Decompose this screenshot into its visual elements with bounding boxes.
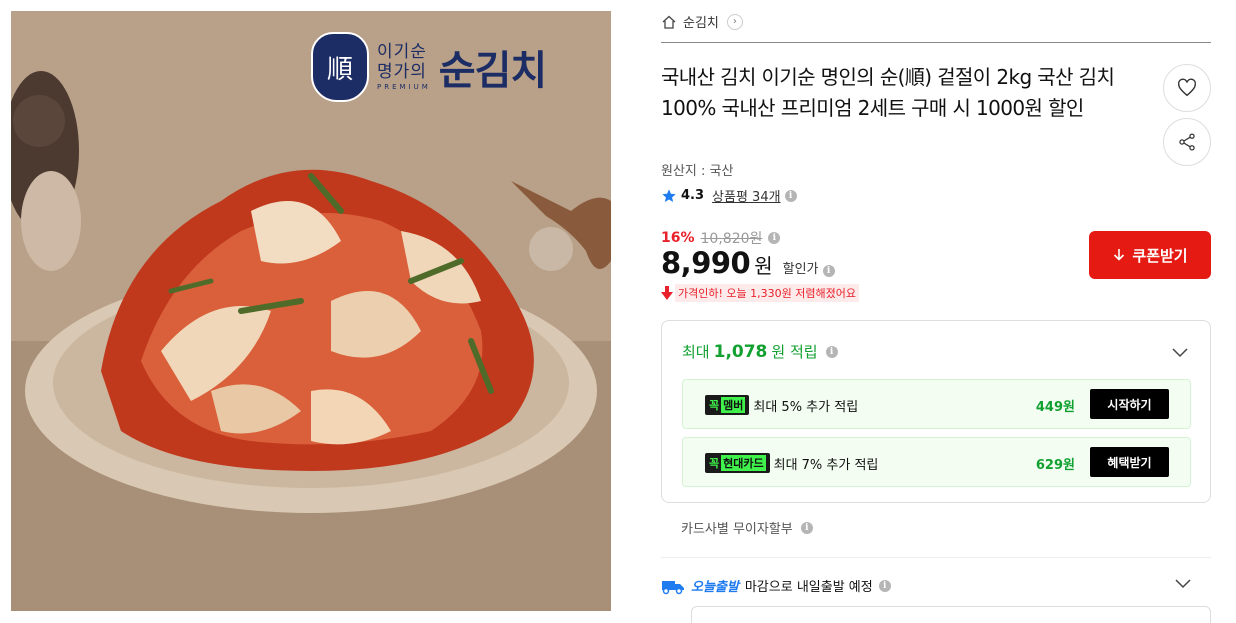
delivery-text: 마감으로 내일출발 예정 [744, 580, 873, 595]
logo-sub-line2: 명가의 [377, 62, 427, 82]
logo-sub-line1: 이기순 [377, 42, 427, 62]
hyundai-badge: 꼭 현대카드 [705, 453, 770, 473]
divider [661, 557, 1211, 558]
badge-mark: 꼭 [709, 457, 720, 470]
sale-label: 할인가 [782, 262, 819, 277]
chevron-down-icon[interactable] [1174, 574, 1192, 592]
heart-icon [1178, 78, 1196, 97]
info-icon[interactable]: i [822, 265, 835, 277]
reward-card-member: 꼭 멤버 최대 5% 추가 적립 449원 시작하기 [682, 379, 1191, 429]
member-badge: 꼭 멤버 [705, 395, 750, 415]
logo-main: 순김치 [438, 48, 547, 94]
price-drop-text: 가격인하! 오늘 1,330원 저렴해졌어요 [675, 284, 859, 302]
truck-icon [662, 580, 684, 594]
product-title: 국내산 김치 이기순 명인의 순(順) 겉절이 2kg 국산 김치 100% 국… [661, 65, 1115, 120]
start-button[interactable]: 시작하기 [1090, 389, 1169, 419]
info-icon[interactable]: i [878, 579, 891, 592]
product-image[interactable]: 順 이기순 명가의 PREMIUM 순김치 [11, 11, 611, 611]
benefit-button[interactable]: 혜택받기 [1090, 447, 1169, 477]
wishlist-button[interactable] [1163, 64, 1211, 112]
reward-suffix: 원 적립 [771, 343, 818, 361]
reward-summary[interactable]: 최대 1,078 원 적립 i [682, 341, 838, 362]
chevron-down-icon[interactable] [1171, 343, 1189, 361]
brand-logo: 順 이기순 명가의 PREMIUM 순김치 [311, 29, 601, 105]
share-button[interactable] [1163, 118, 1211, 166]
reward-prefix: 최대 [682, 343, 710, 361]
badge-mark: 꼭 [709, 399, 720, 412]
reward-card-text: 최대 7% 추가 적립 [773, 457, 879, 473]
chevron-right-icon[interactable]: › [726, 13, 743, 30]
info-icon[interactable]: i [825, 345, 838, 358]
discount-rate: 16% [661, 230, 695, 246]
info-icon[interactable]: i [768, 232, 781, 244]
installment-info[interactable]: 카드사별 무이자할부 i [681, 518, 813, 537]
download-icon [1114, 249, 1125, 261]
badge-label: 멤버 [721, 397, 746, 413]
delivery-detail-box [691, 606, 1211, 623]
reward-card-text: 최대 5% 추가 적립 [753, 399, 859, 415]
info-icon[interactable]: i [784, 189, 797, 202]
badge-label: 현대카드 [721, 455, 766, 471]
brand-seal-icon: 順 [311, 32, 369, 102]
rating-score: 4.3 [681, 188, 705, 203]
origin-text: 원산지 : 국산 [661, 164, 734, 179]
reward-card-hyundai: 꼭 현대카드 최대 7% 추가 적립 629원 혜택받기 [682, 437, 1191, 487]
delivery-brand: 오늘출발 [691, 580, 739, 595]
price-row: 8,990 원 할인가 i [661, 246, 835, 280]
logo-premium: PREMIUM [377, 83, 431, 91]
down-arrow-icon [661, 286, 673, 300]
price-unit: 원 [754, 254, 773, 278]
original-price: 10,820원 [700, 231, 763, 247]
rating[interactable]: 4.3 상품평 34개 i [661, 186, 797, 205]
breadcrumb-label[interactable]: 순김치 [683, 12, 719, 31]
seal-char: 順 [326, 54, 353, 85]
home-icon[interactable] [661, 14, 677, 30]
delivery-info[interactable]: 오늘출발 마감으로 내일출발 예정 i [661, 576, 891, 595]
divider [661, 42, 1211, 43]
star-icon [662, 188, 676, 202]
share-icon [1179, 133, 1195, 151]
info-icon[interactable]: i [800, 521, 813, 534]
sale-price: 8,990 [661, 246, 751, 280]
reward-amount: 1,078 [713, 341, 768, 362]
reward-card-amount: 449원 [1035, 400, 1075, 415]
installment-text: 카드사별 무이자할부 [681, 522, 793, 537]
breadcrumb[interactable]: 순김치 › [661, 12, 743, 31]
discount-row: 16% 10,820원 i [661, 228, 781, 248]
coupon-button-label: 쿠폰받기 [1132, 246, 1188, 265]
review-count-link[interactable]: 상품평 34개 [712, 186, 781, 205]
reward-card-amount: 629원 [1035, 458, 1075, 473]
reward-box: 최대 1,078 원 적립 i 꼭 멤버 최대 5% 추가 적립 449원 시작… [661, 320, 1211, 503]
coupon-button[interactable]: 쿠폰받기 [1089, 231, 1211, 279]
price-drop-note: 가격인하! 오늘 1,330원 저렴해졌어요 [661, 284, 859, 302]
